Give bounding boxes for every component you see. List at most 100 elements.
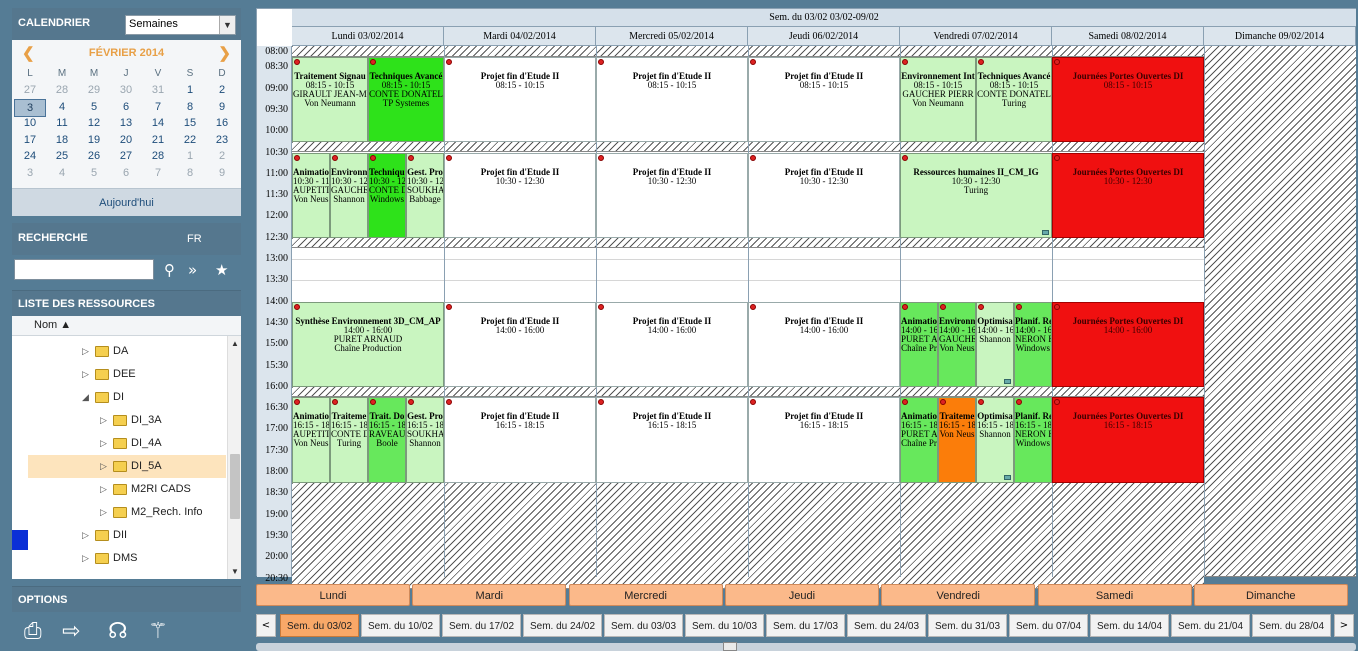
day-button-dimanche[interactable]: Dimanche (1193, 584, 1348, 606)
calendar-day[interactable]: 1 (174, 148, 206, 165)
event-block[interactable]: Techniques Avancé 08:15 - 10:15 CONTE DONA… (368, 56, 444, 142)
expand-toggle-icon[interactable]: ▷ (100, 501, 107, 524)
expand-toggle-icon[interactable]: ◢ (82, 386, 89, 409)
event-block[interactable]: Animatio 16:15 - 18 AUPETIT Von Neus (292, 397, 330, 483)
week-button[interactable]: Sem. du 17/02 (442, 614, 521, 637)
event-block[interactable]: Environn 14:00 - 16 GAUCHE Von Neus (938, 301, 976, 387)
week-button[interactable]: Sem. du 10/02 (361, 614, 440, 637)
event-block[interactable]: Projet fin d'Etude II 10:30 - 12:30 (748, 152, 900, 238)
event-block[interactable]: Journées Portes Ouvertes DI 14:00 - 16:00 (1052, 301, 1204, 387)
event-block[interactable]: Journées Portes Ouvertes DI 10:30 - 12:30 (1052, 152, 1204, 238)
calendar-day[interactable]: 6 (110, 165, 142, 182)
remove-event-icon[interactable] (978, 399, 984, 406)
attachment-icon[interactable] (1004, 474, 1011, 480)
remove-event-icon[interactable] (1016, 399, 1022, 406)
remove-event-icon[interactable] (750, 58, 756, 65)
calendar-day[interactable]: 25 (46, 148, 78, 165)
remove-event-icon[interactable] (408, 399, 414, 406)
tree-item[interactable]: ▷ M2RI CADS (12, 478, 226, 501)
day-button-jeudi[interactable]: Jeudi (724, 584, 879, 606)
event-block[interactable]: Techniques Avancé 08:15 - 10:15 CONTE DONA… (976, 56, 1052, 142)
tree-scrollbar[interactable]: ▲ ▼ (227, 336, 241, 579)
event-block[interactable]: Trait. Do 16:15 - 18 RAVEAU Boole (368, 397, 406, 483)
event-block[interactable]: Projet fin d'Etude II 08:15 - 10:15 (596, 56, 748, 142)
event-block[interactable]: Traiteme 16:15 - 18 CONTE D Turing (330, 397, 368, 483)
remove-event-icon[interactable] (598, 58, 604, 65)
calendar-day[interactable]: 30 (110, 82, 142, 99)
remove-event-icon[interactable] (978, 58, 984, 65)
calendar-day[interactable]: 19 (78, 132, 110, 149)
calendar-day[interactable]: 3 (14, 98, 46, 117)
calendar-day[interactable]: 8 (174, 99, 206, 117)
remove-event-icon[interactable] (750, 303, 756, 310)
event-block[interactable]: Projet fin d'Etude II 14:00 - 16:00 (444, 301, 596, 387)
event-block[interactable]: Gest. Pro 16:15 - 18 SOUKHA Shannon (406, 397, 444, 483)
calendar-day[interactable]: 22 (174, 132, 206, 149)
week-button[interactable]: Sem. du 03/02 (280, 614, 359, 637)
tree-item[interactable]: ▷ DMS (12, 547, 226, 570)
prev-month-button[interactable]: ❮ (22, 44, 35, 62)
calendar-day[interactable]: 16 (206, 115, 238, 132)
remove-event-icon[interactable] (1016, 303, 1022, 310)
favorites-star-icon[interactable]: ★ (215, 262, 228, 278)
week-button[interactable]: Sem. du 24/02 (523, 614, 602, 637)
calendar-day[interactable]: 13 (110, 115, 142, 132)
event-block[interactable]: Projet fin d'Etude II 16:15 - 18:15 (596, 397, 748, 483)
calendar-day[interactable]: 9 (206, 99, 238, 117)
remove-event-icon[interactable] (1054, 399, 1060, 406)
remove-event-icon[interactable] (902, 58, 908, 65)
attachment-icon[interactable] (1004, 378, 1011, 384)
week-button[interactable]: Sem. du 10/03 (685, 614, 764, 637)
calendar-day[interactable]: 4 (46, 99, 78, 117)
day-button-samedi[interactable]: Samedi (1037, 584, 1192, 606)
event-block[interactable]: Projet fin d'Etude II 16:15 - 18:15 (444, 397, 596, 483)
remove-event-icon[interactable] (446, 154, 452, 161)
remove-event-icon[interactable] (446, 399, 452, 406)
calendar-day[interactable]: 27 (14, 82, 46, 99)
tree-item[interactable]: ▷ DI_3A (12, 409, 226, 432)
remove-event-icon[interactable] (294, 58, 300, 65)
week-button[interactable]: Sem. du 14/04 (1090, 614, 1169, 637)
tree-item[interactable]: ▷ M2_Rech. Info (12, 501, 226, 524)
expand-toggle-icon[interactable]: ▷ (100, 478, 107, 501)
remove-event-icon[interactable] (940, 303, 946, 310)
calendar-day[interactable]: 1 (174, 82, 206, 99)
calendar-day[interactable]: 10 (14, 115, 46, 132)
event-block[interactable]: Projet fin d'Etude II 08:15 - 10:15 (444, 56, 596, 142)
event-block[interactable]: Environn 10:30 - 12 GAUCHE Shannon (330, 152, 368, 238)
event-block[interactable]: Gest. Pro 10:30 - 12 SOUKHA Babbage (406, 152, 444, 238)
remove-event-icon[interactable] (902, 399, 908, 406)
remove-event-icon[interactable] (446, 58, 452, 65)
calendar-day[interactable]: 14 (142, 115, 174, 132)
calendar-day[interactable]: 23 (206, 132, 238, 149)
remove-event-icon[interactable] (370, 154, 376, 161)
remove-event-icon[interactable] (750, 399, 756, 406)
calendar-day[interactable]: 7 (142, 165, 174, 182)
event-block[interactable]: Projet fin d'Etude II 14:00 - 16:00 (596, 301, 748, 387)
remove-event-icon[interactable] (598, 303, 604, 310)
search-icon[interactable]: ⚲ (164, 262, 175, 278)
calendar-day[interactable]: 2 (206, 82, 238, 99)
tree-item[interactable]: ▷ DI_4A (12, 432, 226, 455)
event-block[interactable]: Traitement Signau 08:15 - 10:15 GIRAULT JE… (292, 56, 368, 142)
name-column-header[interactable]: Nom ▲ (12, 316, 241, 336)
calendar-day[interactable]: 5 (78, 165, 110, 182)
calendar-day[interactable]: 11 (46, 115, 78, 132)
advanced-search-icon[interactable]: » (188, 262, 197, 278)
expand-toggle-icon[interactable]: ▷ (100, 409, 107, 432)
tree-item[interactable]: ▷ DEE (12, 363, 226, 386)
remove-event-icon[interactable] (294, 303, 300, 310)
calendar-day[interactable]: 31 (142, 82, 174, 99)
day-button-vendredi[interactable]: Vendredi (881, 584, 1036, 606)
event-block[interactable]: Optimisa 16:15 - 18 Shannon (976, 397, 1014, 483)
next-month-button[interactable]: ❯ (218, 44, 231, 62)
tree-item[interactable]: ▷ DA (12, 340, 226, 363)
day-button-lundi[interactable]: Lundi (256, 584, 410, 606)
horizontal-slider[interactable] (256, 642, 1356, 651)
tree-item[interactable]: ▷ DI_5A (28, 455, 226, 478)
slider-thumb[interactable] (723, 642, 737, 651)
remove-event-icon[interactable] (598, 154, 604, 161)
expand-toggle-icon[interactable]: ▷ (100, 455, 107, 478)
event-block[interactable]: Projet fin d'Etude II 10:30 - 12:30 (596, 152, 748, 238)
calendar-day[interactable]: 5 (78, 99, 110, 117)
